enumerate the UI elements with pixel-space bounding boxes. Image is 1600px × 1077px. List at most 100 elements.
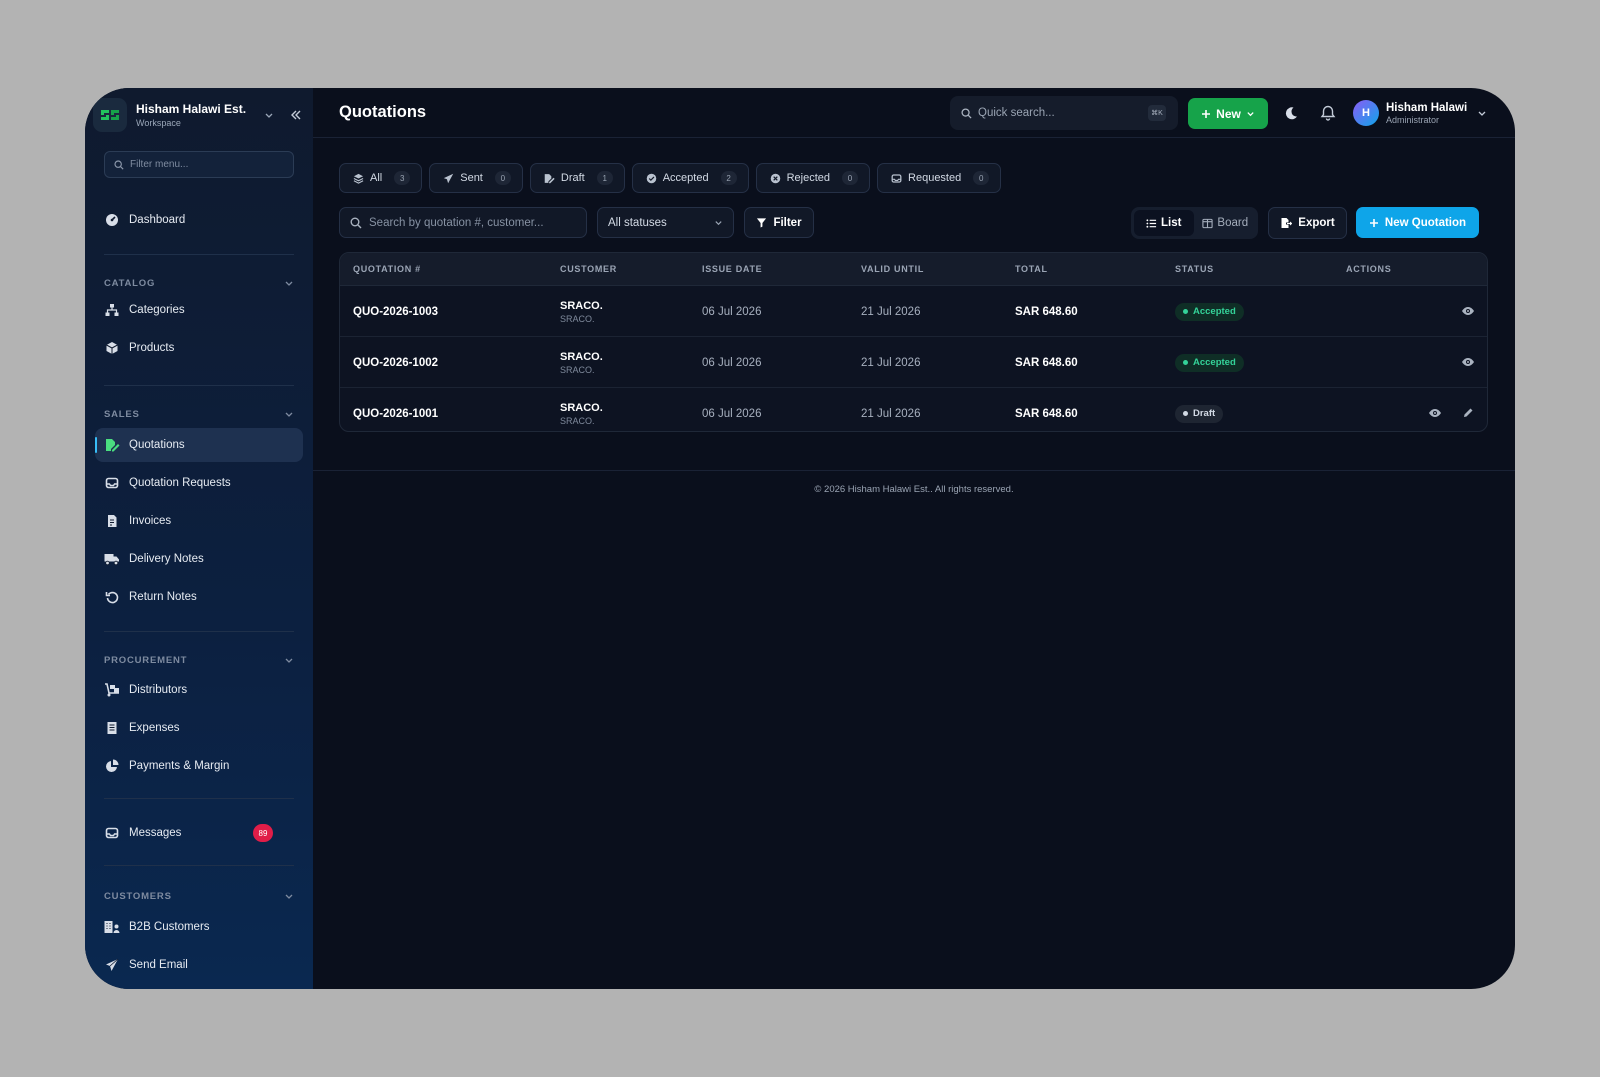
board-view-button[interactable]: Board	[1196, 210, 1256, 236]
filter-button[interactable]: Filter	[744, 207, 814, 238]
workspace-switcher[interactable]: Hisham Halawi Est. Workspace	[93, 98, 305, 132]
section-catalog[interactable]: CATALOG	[104, 276, 294, 290]
filter-menu-field[interactable]	[104, 151, 294, 178]
receipt-icon	[104, 720, 120, 736]
sidebar-item-products[interactable]: Products	[95, 331, 303, 365]
status-label: Accepted	[1193, 357, 1236, 368]
table-row[interactable]: QUO-2026-1002 SRACO. SRACO. 06 Jul 2026 …	[340, 337, 1487, 388]
chevron-down-icon	[285, 281, 293, 286]
page-title: Quotations	[339, 103, 427, 121]
sidebar-item-send-email[interactable]: Send Email	[95, 948, 303, 982]
customer-name: SRACO.	[560, 299, 603, 312]
tab-requested[interactable]: Requested 0	[877, 163, 1002, 193]
table-row[interactable]: QUO-2026-1001 SRACO. SRACO. 06 Jul 2026 …	[340, 388, 1487, 431]
quotation-search-input[interactable]	[369, 216, 574, 229]
paper-plane-icon	[444, 173, 454, 183]
column-header: TOTAL	[1015, 264, 1048, 274]
tab-all[interactable]: All 3	[339, 163, 423, 193]
sidebar-item-label: Expenses	[129, 722, 180, 734]
collapse-sidebar-icon[interactable]	[287, 106, 305, 124]
plus-icon	[1369, 218, 1378, 227]
sidebar-item-distributors[interactable]: Distributors	[95, 673, 303, 707]
file-edit-icon	[544, 173, 555, 183]
user-menu[interactable]: H Hisham Halawi Administrator	[1353, 99, 1487, 127]
status-cell: Accepted	[1175, 286, 1244, 337]
inbox-icon	[104, 825, 120, 841]
valid-until: 21 Jul 2026	[861, 356, 921, 369]
sidebar-item-invoices[interactable]: Invoices	[95, 504, 303, 538]
funnel-icon	[757, 218, 767, 228]
inbox-icon	[104, 475, 120, 491]
eye-icon[interactable]	[1460, 303, 1476, 319]
section-sales[interactable]: SALES	[104, 407, 294, 421]
issue-date: 06 Jul 2026	[702, 356, 762, 369]
sidebar-item-b2b-customers[interactable]: B2B Customers	[95, 910, 303, 944]
filter-menu-input[interactable]	[130, 159, 280, 170]
quotation-number[interactable]: QUO-2026-1001	[353, 388, 438, 431]
eye-icon[interactable]	[1460, 354, 1476, 370]
tab-label: Rejected	[786, 172, 831, 184]
sidebar-item-delivery-notes[interactable]: Delivery Notes	[95, 542, 303, 576]
new-quotation-label: New Quotation	[1384, 216, 1467, 229]
status-badge: Accepted	[1175, 353, 1244, 372]
user-role: Administrator	[1386, 114, 1440, 125]
sidebar-item-return-notes[interactable]: Return Notes	[95, 580, 303, 614]
tab-label: Sent	[460, 172, 483, 184]
list-icon	[1146, 218, 1157, 228]
file-export-icon	[1281, 218, 1293, 228]
tab-count: 0	[842, 171, 859, 185]
column-header: VALID UNTIL	[861, 264, 925, 274]
table-row[interactable]: QUO-2026-1003 SRACO. SRACO. 06 Jul 2026 …	[340, 286, 1487, 337]
chevron-down-icon	[1478, 111, 1486, 116]
tab-rejected[interactable]: Rejected 0	[755, 163, 871, 193]
check-circle-icon	[646, 173, 656, 183]
undo-icon	[104, 589, 120, 605]
chevron-down-icon	[285, 412, 293, 417]
tab-label: Draft	[560, 172, 585, 184]
board-view-label: Board	[1217, 217, 1249, 229]
column-header: ISSUE DATE	[702, 264, 763, 274]
pencil-icon[interactable]	[1460, 405, 1476, 421]
export-button[interactable]: Export	[1268, 207, 1347, 239]
divider	[104, 798, 294, 799]
tab-accepted[interactable]: Accepted 2	[631, 163, 749, 193]
quotation-number[interactable]: QUO-2026-1002	[353, 337, 438, 388]
quotation-number[interactable]: QUO-2026-1003	[353, 286, 438, 337]
status-select[interactable]: All statuses	[597, 207, 734, 238]
issue-date: 06 Jul 2026	[702, 407, 762, 420]
column-header: ACTIONS	[1346, 264, 1392, 274]
sidebar-item-dashboard[interactable]: Dashboard	[95, 203, 303, 237]
tab-count: 0	[973, 171, 990, 185]
quick-search[interactable]: ⌘K	[950, 96, 1178, 130]
section-procurement[interactable]: PROCUREMENT	[104, 653, 294, 667]
sidebar-item-label: Distributors	[129, 684, 188, 696]
sidebar-item-messages[interactable]: Messages 89	[95, 816, 303, 850]
column-header: QUOTATION #	[353, 264, 421, 274]
new-quotation-button[interactable]: New Quotation	[1356, 207, 1479, 238]
moon-icon[interactable]	[1282, 104, 1300, 122]
sidebar-item-quotation-requests[interactable]: Quotation Requests	[95, 466, 303, 500]
eye-icon[interactable]	[1427, 405, 1443, 421]
sidebar: Hisham Halawi Est. Workspace Dashboard C…	[85, 88, 313, 989]
sidebar-item-payments-margin[interactable]: Payments & Margin	[95, 749, 303, 783]
tab-sent[interactable]: Sent 0	[429, 163, 523, 193]
sidebar-item-expenses[interactable]: Expenses	[95, 711, 303, 745]
sidebar-item-categories[interactable]: Categories	[95, 293, 303, 327]
quick-search-input[interactable]	[978, 107, 1138, 119]
tab-label: All	[370, 172, 383, 184]
quotation-search[interactable]	[339, 207, 587, 238]
total: SAR 648.60	[1015, 407, 1078, 420]
divider	[104, 865, 294, 866]
sidebar-item-quotations[interactable]: Quotations	[95, 428, 303, 462]
tab-label: Requested	[908, 172, 962, 184]
status-cell: Draft	[1175, 388, 1224, 431]
section-customers[interactable]: CUSTOMERS	[104, 889, 294, 903]
chevron-down-icon[interactable]	[261, 107, 277, 123]
tab-draft[interactable]: Draft 1	[529, 163, 625, 193]
list-view-button[interactable]: List	[1134, 210, 1194, 236]
new-button[interactable]: New	[1188, 98, 1268, 129]
bell-icon[interactable]	[1319, 104, 1337, 122]
new-button-label: New	[1216, 106, 1241, 121]
sidebar-item-label: Return Notes	[129, 591, 197, 603]
app-window: Hisham Halawi Est. Workspace Dashboard C…	[85, 88, 1515, 989]
